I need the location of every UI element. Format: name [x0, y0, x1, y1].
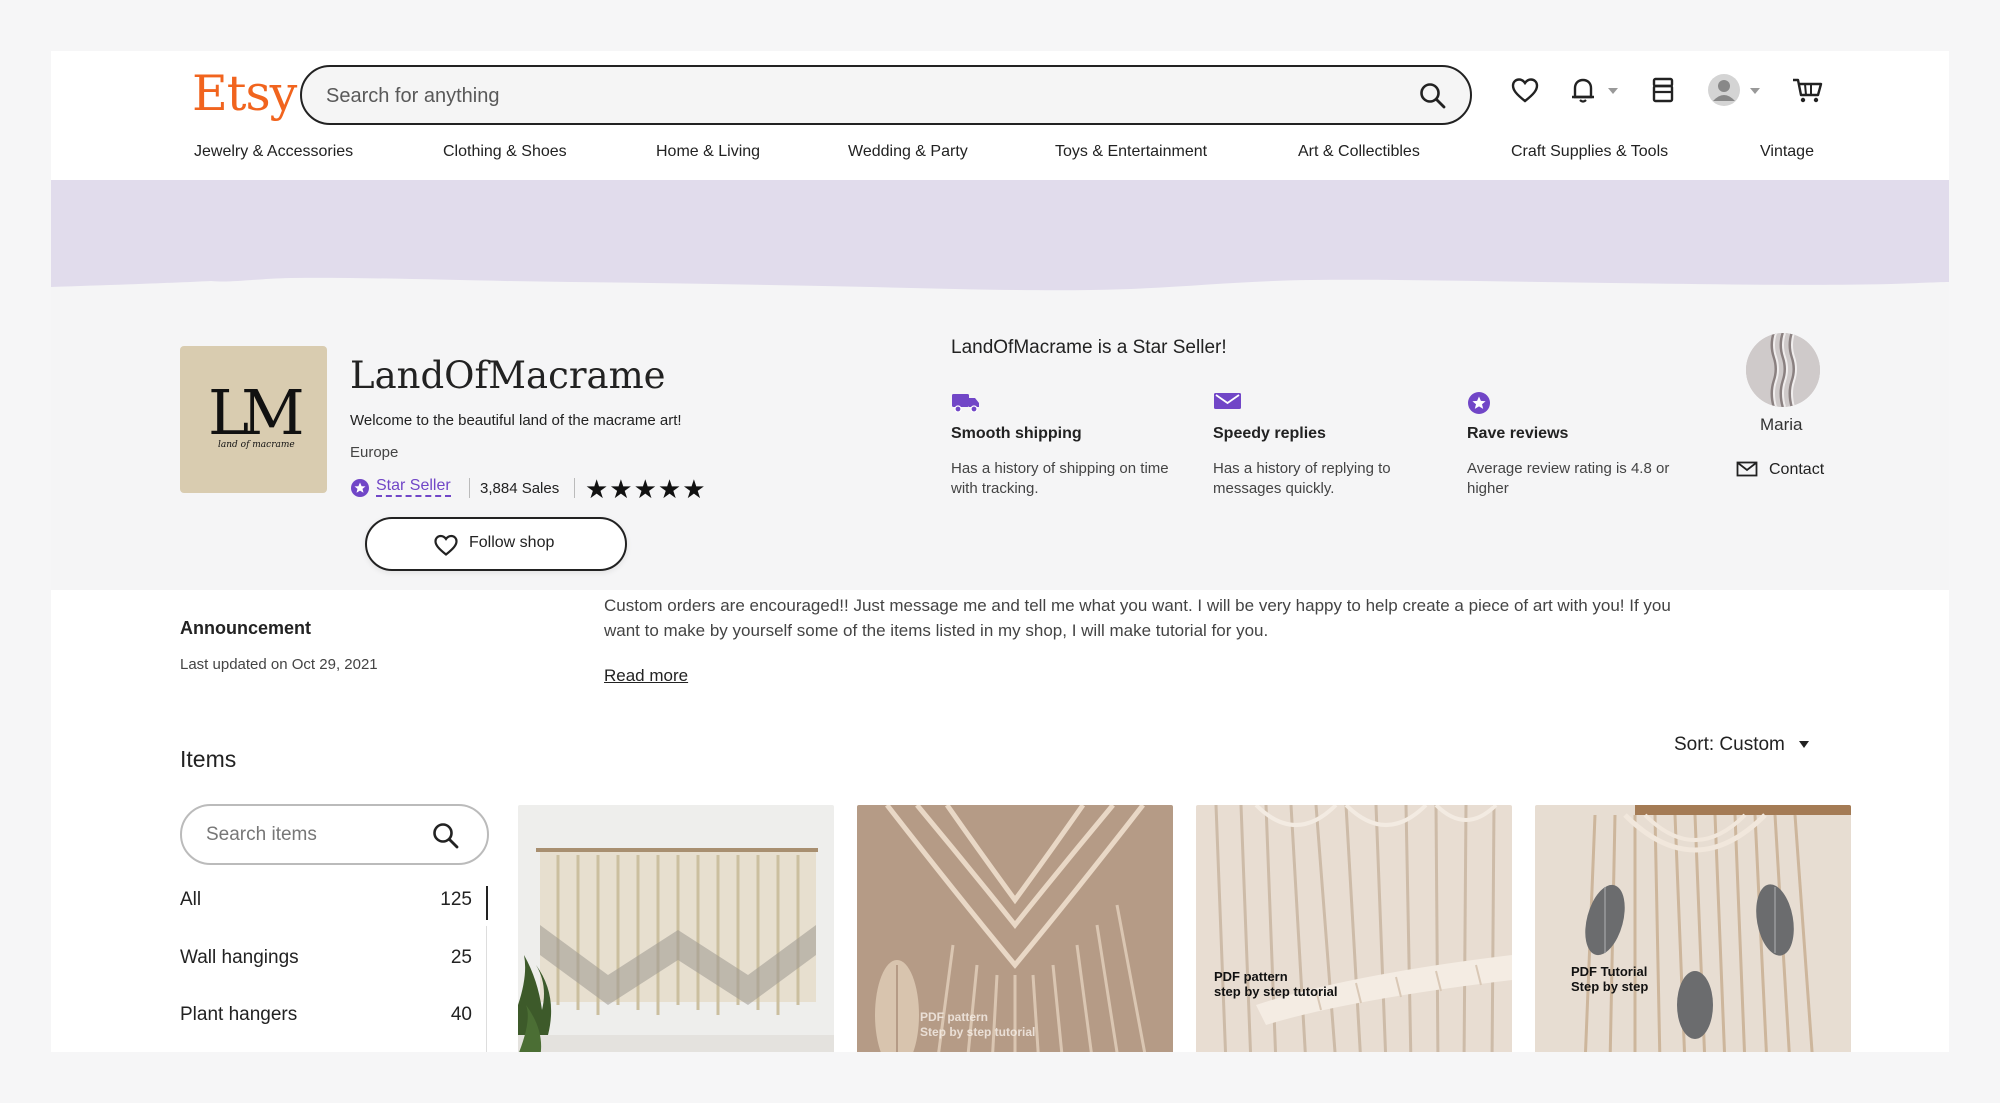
- search-icon[interactable]: [1418, 81, 1448, 116]
- category-link[interactable]: Vintage: [1760, 143, 1814, 161]
- rating-stars[interactable]: ★★★★★: [585, 474, 707, 505]
- star-seller-link[interactable]: Star Seller: [376, 477, 451, 497]
- divider: [469, 478, 470, 498]
- divider: [574, 478, 575, 498]
- category-link[interactable]: Wedding & Party: [848, 143, 968, 161]
- listing-card[interactable]: PDF Tutorial Step by step: [1535, 805, 1851, 1052]
- category-link[interactable]: Clothing & Shoes: [443, 143, 567, 161]
- listing-overlay-text: PDF Tutorial Step by step: [1571, 964, 1649, 994]
- page-frame: Etsy Search for anything Jewelry & Acces…: [51, 51, 1949, 1052]
- shop-logo: LM land of macrame: [180, 346, 327, 493]
- follow-shop-button[interactable]: Follow shop: [365, 517, 627, 571]
- section-count: 25: [450, 947, 472, 968]
- shop-name: LandOfMacrame: [350, 354, 666, 397]
- category-link[interactable]: Art & Collectibles: [1298, 143, 1420, 161]
- feature-description: Has a history of shipping on time with t…: [951, 460, 1169, 497]
- announcement-title: Announcement: [180, 618, 312, 638]
- favorites-heart-icon[interactable]: [1510, 75, 1540, 110]
- listing-card[interactable]: [518, 805, 834, 1052]
- feature-description: Has a history of replying to messages qu…: [1213, 460, 1391, 497]
- shop-tagline: Welcome to the beautiful land of the mac…: [350, 412, 682, 429]
- shop-logo-mark: LM: [208, 376, 305, 449]
- category-nav: Jewelry & Accessories Clothing & Shoes H…: [51, 143, 1949, 173]
- sort-label: Sort: Custom: [1674, 734, 1785, 755]
- feature-title: Smooth shipping: [951, 425, 1082, 442]
- shop-logo-subtext: land of macrame: [218, 440, 295, 450]
- star-seller-badge-icon: [350, 478, 370, 503]
- announcement-text: Custom orders are encouraged!! Just mess…: [604, 596, 1671, 640]
- star-badge-icon: [1467, 391, 1493, 422]
- truck-icon: [951, 391, 981, 420]
- read-more-link[interactable]: Read more: [604, 666, 688, 686]
- feature-title: Speedy replies: [1213, 425, 1326, 442]
- etsy-logo[interactable]: Etsy: [192, 65, 297, 122]
- contact-label: Contact: [1769, 461, 1825, 478]
- cart-icon[interactable]: [1791, 75, 1823, 110]
- active-section-indicator: [486, 886, 488, 920]
- envelope-icon: [1736, 461, 1758, 482]
- listing-image: [1535, 805, 1851, 1052]
- feature-title: Rave reviews: [1467, 425, 1569, 442]
- feature-description: Average review rating is 4.8 or higher: [1467, 460, 1670, 497]
- star-seller-heading: LandOfMacrame is a Star Seller!: [951, 337, 1227, 358]
- shop-region: Europe: [350, 444, 399, 461]
- section-count: 40: [450, 1004, 472, 1025]
- category-link[interactable]: Toys & Entertainment: [1055, 143, 1207, 161]
- section-name: All: [180, 889, 202, 910]
- section-name: Plant hangers: [180, 1004, 298, 1025]
- listing-overlay-text: PDF pattern Step by step tutorial: [920, 1010, 1036, 1039]
- listing-card[interactable]: PDF pattern step by step tutorial: [1196, 805, 1512, 1052]
- follow-shop-label: Follow shop: [469, 534, 555, 551]
- shop-owner-name[interactable]: Maria: [1760, 415, 1803, 435]
- search-items-input[interactable]: Search items: [180, 804, 489, 865]
- section-list-divider: [486, 926, 487, 1052]
- search-icon[interactable]: [431, 821, 461, 856]
- listing-image: [518, 805, 834, 1052]
- chevron-down-icon[interactable]: [1608, 88, 1618, 94]
- notifications-bell-icon[interactable]: [1568, 75, 1598, 110]
- shop-owner-avatar[interactable]: [1746, 333, 1820, 407]
- section-name: Wall hangings: [180, 947, 299, 968]
- listing-overlay-text: PDF pattern step by step tutorial: [1214, 969, 1338, 999]
- shop-manager-icon[interactable]: [1648, 75, 1678, 110]
- section-item-plant-hangers[interactable]: Plant hangers 40: [180, 1001, 472, 1031]
- sales-count: 3,884 Sales: [480, 480, 560, 497]
- announcement-date: Last updated on Oct 29, 2021: [180, 656, 378, 673]
- search-placeholder: Search for anything: [326, 85, 500, 107]
- heart-icon: [433, 533, 459, 562]
- section-item-all[interactable]: All 125: [180, 886, 472, 916]
- section-count: 125: [440, 889, 472, 910]
- account-avatar-icon[interactable]: [1707, 73, 1741, 112]
- global-search-input[interactable]: Search for anything: [300, 65, 1472, 125]
- shop-banner: [51, 180, 1949, 301]
- contact-owner-button[interactable]: Contact: [1736, 460, 1824, 483]
- search-items-placeholder: Search items: [206, 824, 317, 845]
- caret-down-icon: [1798, 741, 1809, 749]
- category-link[interactable]: Home & Living: [656, 143, 760, 161]
- message-icon: [1213, 391, 1243, 420]
- listing-card[interactable]: PDF pattern Step by step tutorial: [857, 805, 1173, 1052]
- sort-dropdown[interactable]: Sort: Custom: [1674, 734, 1809, 756]
- section-item-wall-hangings[interactable]: Wall hangings 25: [180, 944, 472, 974]
- category-link[interactable]: Craft Supplies & Tools: [1511, 143, 1668, 161]
- items-heading: Items: [180, 746, 237, 772]
- chevron-down-icon[interactable]: [1750, 88, 1760, 94]
- listing-image: [1196, 805, 1512, 1052]
- category-link[interactable]: Jewelry & Accessories: [194, 143, 353, 161]
